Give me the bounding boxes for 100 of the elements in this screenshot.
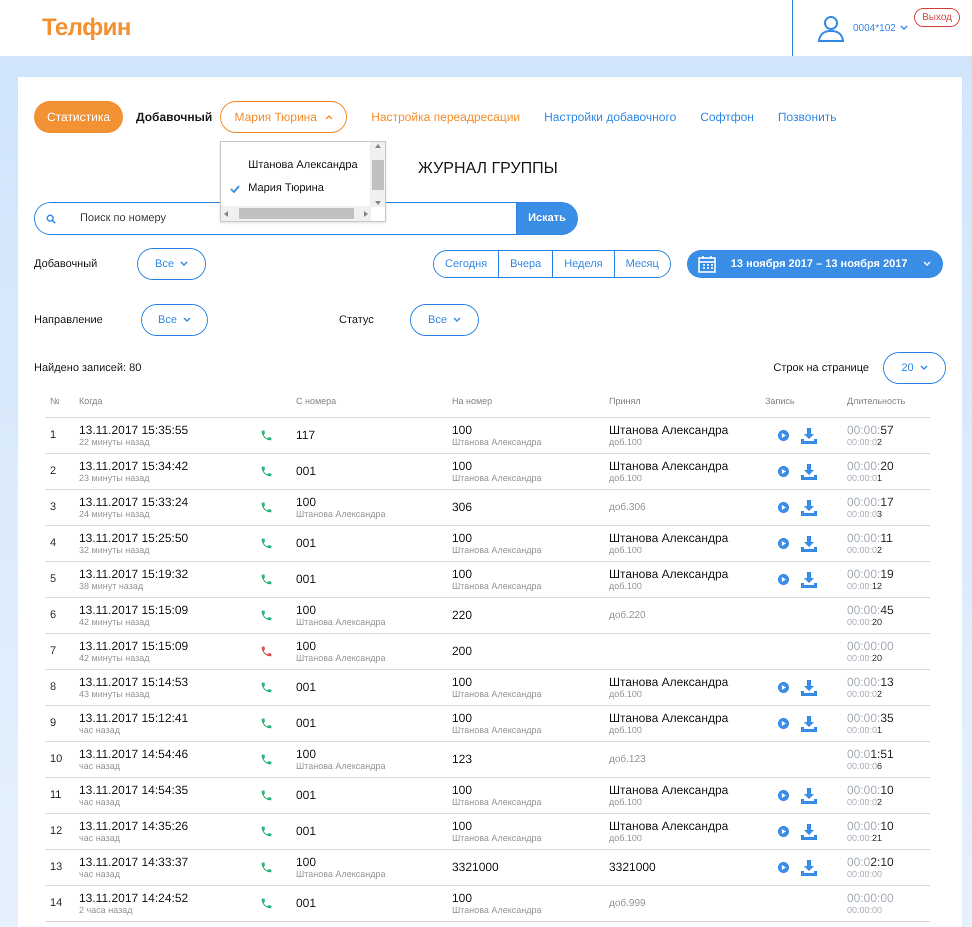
download-icon[interactable]	[801, 860, 817, 876]
direction-filter[interactable]: Все	[141, 304, 208, 336]
column-header: На номер	[452, 394, 494, 408]
nav-link[interactable]: Позвонить	[778, 108, 837, 126]
search-input[interactable]: Поиск по номеру	[80, 210, 380, 227]
play-icon[interactable]	[778, 538, 789, 549]
extension-filter[interactable]: Все	[137, 248, 206, 280]
play-icon[interactable]	[778, 862, 789, 873]
to-number: 3321000	[452, 861, 500, 874]
download-icon[interactable]	[801, 716, 817, 732]
search-field[interactable]: Поиск по номеру	[34, 202, 516, 235]
vertical-scrollbar[interactable]	[370, 142, 386, 207]
extension-number: доб.100	[609, 797, 643, 807]
play-icon[interactable]	[778, 790, 789, 801]
period-tab[interactable]: Вчера	[498, 251, 552, 277]
download-icon[interactable]	[801, 428, 817, 444]
status-filter[interactable]: Все	[410, 304, 479, 336]
call-time: 13.11.2017 15:35:55	[79, 424, 190, 437]
call-time: 13.11.2017 15:12:41	[79, 712, 190, 725]
time-ago: 43 минуты назад	[79, 689, 151, 699]
call-time: 13.11.2017 14:24:52	[79, 892, 190, 905]
duration-text: 00:00:20	[847, 653, 884, 663]
duration-text: 00:00:20	[847, 460, 895, 473]
play-icon[interactable]	[778, 430, 789, 441]
logout-button[interactable]: Выход	[914, 8, 960, 27]
rows-per-page-select[interactable]: 20	[883, 352, 946, 384]
call-time: 13.11.2017 14:35:26	[79, 820, 190, 833]
answered-by: Штанова Александра	[609, 676, 730, 689]
row-number: 5	[49, 572, 58, 588]
period-tab[interactable]: Сегодня	[434, 251, 498, 277]
scroll-down-icon[interactable]	[374, 201, 381, 205]
from-number: 100	[296, 604, 318, 617]
to-name: Штанова Александра	[452, 797, 542, 807]
horizontal-scrollbar[interactable]	[221, 206, 372, 221]
duration-text: 00:00:21	[847, 833, 884, 843]
download-icon[interactable]	[801, 464, 817, 480]
search-button[interactable]: Искать	[516, 202, 578, 235]
download-icon[interactable]	[801, 680, 817, 696]
statistics-button[interactable]: Статистика	[34, 101, 124, 133]
column-header: Запись	[765, 394, 796, 408]
extension-number: доб.100	[609, 473, 643, 483]
duration-text: 00:00:00	[847, 892, 895, 905]
to-number: 100	[452, 676, 474, 689]
scroll-left-icon[interactable]	[224, 210, 228, 216]
period-tab[interactable]: Месяц	[614, 251, 670, 277]
scroll-right-icon[interactable]	[364, 210, 368, 216]
duration-text: 00:01:51	[847, 748, 895, 761]
from-number: 001	[296, 825, 318, 838]
duration-text: 00:00:00	[847, 640, 895, 653]
check-icon	[230, 184, 240, 192]
extension-number: доб.100	[609, 689, 643, 699]
duration-text: 00:00:10	[847, 820, 895, 833]
nav-link[interactable]: Настройки добавочного	[544, 108, 676, 126]
download-icon[interactable]	[801, 572, 817, 588]
row-number: 3	[49, 500, 58, 516]
play-icon[interactable]	[778, 718, 789, 729]
download-icon[interactable]	[801, 824, 817, 840]
download-icon[interactable]	[801, 536, 817, 552]
to-number: 100	[452, 532, 474, 545]
column-header: Принял	[609, 394, 642, 408]
dropdown-option[interactable]: Штанова Александра	[221, 154, 372, 177]
to-number: 100	[452, 460, 474, 473]
duration-text: 00:02:10	[847, 856, 895, 869]
nav-link[interactable]: Софтфон	[700, 108, 754, 126]
filter-label: Добавочный	[34, 257, 98, 272]
download-icon[interactable]	[801, 500, 817, 516]
to-number: 200	[452, 645, 474, 658]
to-name: Штанова Александра	[452, 689, 542, 699]
time-ago: 23 минуты назад	[79, 473, 151, 483]
from-number: 001	[296, 465, 318, 478]
call-time: 13.11.2017 15:19:32	[79, 568, 190, 581]
row-number: 8	[49, 680, 58, 696]
answered-by: Штанова Александра	[609, 568, 730, 581]
from-number: 001	[296, 681, 318, 694]
calendar-icon	[698, 255, 716, 273]
play-icon[interactable]	[778, 574, 789, 585]
play-icon[interactable]	[778, 682, 789, 693]
column-header: №	[49, 394, 61, 408]
nav-link[interactable]: Настройка переадресации	[371, 108, 520, 126]
column-header: Длительность	[847, 394, 906, 408]
dropdown-option[interactable]: Мария Тюрина	[221, 177, 372, 200]
play-icon[interactable]	[778, 502, 789, 513]
call-time: 13.11.2017 14:33:37	[79, 856, 190, 869]
call-time: 13.11.2017 15:15:09	[79, 604, 190, 617]
account-button[interactable]: 0004*102	[853, 20, 908, 36]
download-icon[interactable]	[801, 788, 817, 804]
play-icon[interactable]	[778, 466, 789, 477]
play-icon[interactable]	[778, 826, 789, 837]
from-number: 100	[296, 856, 318, 869]
extension-select[interactable]: Мария Тюрина	[220, 101, 348, 133]
logo[interactable]: Телфин	[42, 10, 131, 46]
date-range-button[interactable]: 13 ноября 2017 – 13 ноября 2017	[686, 250, 943, 278]
scroll-up-icon[interactable]	[374, 144, 381, 148]
from-number: 001	[296, 573, 318, 586]
time-ago: 24 минуты назад	[79, 509, 151, 519]
from-name: Штанова Александра	[296, 617, 386, 627]
chevron-icon	[324, 114, 333, 120]
time-ago: час назад	[79, 761, 121, 771]
from-number: 001	[296, 537, 318, 550]
period-tab[interactable]: Неделя	[552, 251, 614, 277]
